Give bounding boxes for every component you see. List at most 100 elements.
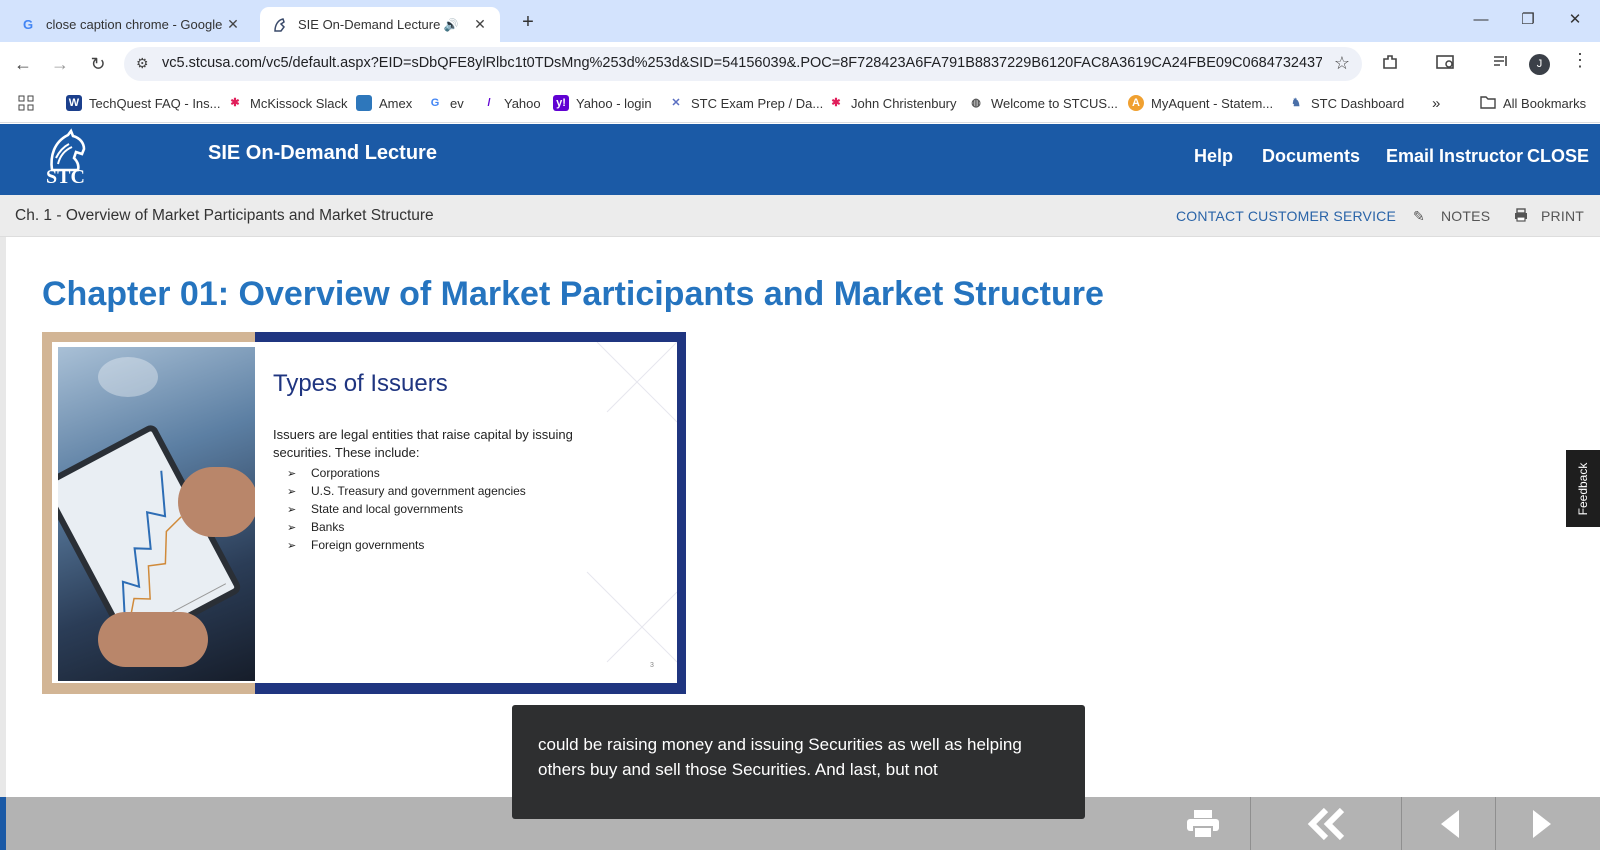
all-bookmarks-label: All Bookmarks: [1503, 95, 1587, 111]
arrow-bullet-icon: ➢: [287, 504, 297, 516]
tablet-chart-photo: [58, 347, 255, 681]
bookmark-myaquent[interactable]: A MyAquent - Statem...: [1128, 95, 1273, 111]
printer-icon[interactable]: [1514, 208, 1528, 225]
tab-search-icon[interactable]: [1436, 53, 1456, 76]
bookmark-amex[interactable]: Amex: [356, 95, 412, 111]
aquent-icon: A: [1128, 95, 1144, 111]
previous-button[interactable]: [1420, 797, 1480, 850]
slide-bullet-list: ➢ Corporations ➢ U.S. Treasury and governm…: [287, 464, 526, 554]
triangle-right-icon: [1533, 809, 1551, 838]
print-link[interactable]: PRINT: [1541, 208, 1584, 224]
documents-link[interactable]: Documents: [1262, 146, 1360, 167]
close-window-icon[interactable]: ✕: [1552, 0, 1598, 40]
bookmark-label: STC Exam Prep / Da...: [691, 95, 824, 111]
more-bookmarks-icon[interactable]: »: [1432, 95, 1440, 112]
google-icon: G: [430, 97, 440, 109]
extensions-icon[interactable]: [1381, 53, 1399, 76]
list-item: ➢ Banks: [287, 518, 526, 536]
arrow-bullet-icon: ➢: [287, 540, 297, 552]
menu-dots-icon[interactable]: ⋮: [1571, 50, 1589, 71]
bookmark-star-icon[interactable]: ☆: [1334, 53, 1350, 74]
bullet-text: State and local governments: [311, 502, 464, 516]
site-header: STC SIE On-Demand Lecture Help Documents…: [0, 124, 1600, 195]
close-tab-icon[interactable]: ✕: [225, 16, 241, 33]
stc-logo[interactable]: STC: [38, 128, 98, 190]
cup-image: [98, 357, 158, 397]
forward-arrow-icon[interactable]: →: [46, 50, 74, 78]
bookmark-yahoo[interactable]: / Yahoo: [481, 95, 541, 111]
email-instructor-link[interactable]: Email Instructor: [1386, 146, 1523, 167]
profile-avatar[interactable]: J: [1529, 54, 1550, 75]
speaker-icon[interactable]: 🔊: [442, 18, 460, 32]
left-edge-strip: [0, 237, 6, 797]
double-chevron-left-icon: [1307, 807, 1345, 840]
bookmark-label: Welcome to STCUS...: [991, 95, 1118, 111]
bookmark-mckissock-slack[interactable]: ✱ McKissock Slack: [227, 95, 348, 111]
pencil-icon[interactable]: ✎: [1413, 208, 1425, 225]
slide-content: Types of Issuers Issuers are legal entit…: [52, 342, 677, 683]
close-tab-icon[interactable]: ✕: [472, 16, 488, 33]
horse-icon: ♞: [1291, 97, 1301, 109]
yahoo-icon: /: [487, 97, 491, 109]
browser-tab-bar: G close caption chrome - Google ✕ SIE On…: [0, 0, 1600, 42]
bookmark-label: McKissock Slack: [250, 95, 348, 111]
browser-tab-google-search[interactable]: G close caption chrome - Google ✕: [8, 7, 253, 42]
slide-title: Types of Issuers: [273, 370, 448, 397]
url-text[interactable]: vc5.stcusa.com/vc5/default.aspx?EID=sDbQ…: [162, 55, 1322, 71]
slide-body-text: Issuers are legal entities that raise ca…: [273, 427, 573, 460]
rewind-button[interactable]: [1280, 797, 1374, 850]
chapter-bar: Ch. 1 - Overview of Market Participants …: [0, 195, 1600, 237]
media-controls-icon[interactable]: [1492, 53, 1510, 76]
bookmarks-bar: W TechQuest FAQ - Ins... ✱ McKissock Sla…: [0, 86, 1600, 123]
bookmark-john-christenbury[interactable]: ✱ John Christenbury: [828, 95, 957, 111]
divider: [1401, 797, 1402, 850]
player-left-accent: [0, 797, 6, 850]
help-link[interactable]: Help: [1194, 146, 1233, 167]
bookmark-techquest[interactable]: W TechQuest FAQ - Ins...: [66, 95, 221, 111]
yahoo-icon: y!: [553, 95, 569, 111]
bookmark-label: John Christenbury: [851, 95, 957, 111]
restore-window-icon[interactable]: ❐: [1505, 0, 1551, 40]
globe-icon: ◍: [971, 97, 981, 109]
back-arrow-icon[interactable]: ←: [9, 50, 37, 78]
minimize-icon[interactable]: —: [1458, 0, 1504, 40]
bookmark-stc-dashboard[interactable]: ♞ STC Dashboard: [1288, 95, 1404, 111]
stc-icon: ✕: [671, 97, 681, 109]
bookmark-welcome-stcus[interactable]: ◍ Welcome to STCUS...: [968, 95, 1118, 111]
bullet-text: Foreign governments: [311, 538, 425, 552]
folder-icon: [1480, 95, 1496, 111]
bookmark-label: Yahoo - login: [576, 95, 652, 111]
address-bar[interactable]: ⚙ vc5.stcusa.com/vc5/default.aspx?EID=sD…: [124, 47, 1362, 81]
bookmark-ev[interactable]: G ev: [427, 95, 464, 111]
horse-logo-icon: [272, 17, 288, 33]
triangle-left-icon: [1441, 809, 1459, 838]
next-button[interactable]: [1512, 797, 1572, 850]
bookmark-yahoo-login[interactable]: y! Yahoo - login: [553, 95, 652, 111]
arrow-bullet-icon: ➢: [287, 522, 297, 534]
caption-line-1: could be raising money and issuing Secur…: [538, 735, 1022, 754]
bookmark-label: Yahoo: [504, 95, 541, 111]
apps-grid-icon[interactable]: [18, 95, 34, 111]
all-bookmarks[interactable]: All Bookmarks: [1480, 95, 1586, 111]
bullet-text: Banks: [311, 520, 345, 534]
reload-icon[interactable]: ↻: [84, 50, 112, 78]
feedback-tab[interactable]: Feedback: [1566, 450, 1600, 527]
print-slide-button[interactable]: [1168, 797, 1238, 850]
amex-icon: [356, 95, 372, 111]
bookmark-label: MyAquent - Statem...: [1151, 95, 1274, 111]
bookmark-stc-exam-prep[interactable]: ✕ STC Exam Prep / Da...: [668, 95, 823, 111]
hand-image: [178, 467, 255, 537]
chapter-heading: Chapter 01: Overview of Market Participa…: [42, 275, 1104, 313]
tab-title: SIE On-Demand Lecture: [298, 17, 441, 32]
notes-link[interactable]: NOTES: [1441, 208, 1490, 224]
slide-page-number: 3: [650, 662, 654, 669]
arrow-bullet-icon: ➢: [287, 486, 297, 498]
close-link[interactable]: CLOSE: [1527, 146, 1589, 167]
logo-text: STC: [46, 166, 85, 188]
contact-customer-service-link[interactable]: CONTACT CUSTOMER SERVICE: [1176, 208, 1396, 224]
site-info-icon[interactable]: ⚙: [136, 55, 149, 72]
bookmark-label: Amex: [379, 95, 413, 111]
browser-tab-lecture[interactable]: SIE On-Demand Lecture 🔊 ✕: [260, 7, 500, 42]
new-tab-button[interactable]: +: [514, 9, 542, 37]
bookmark-label: ev: [450, 95, 464, 111]
